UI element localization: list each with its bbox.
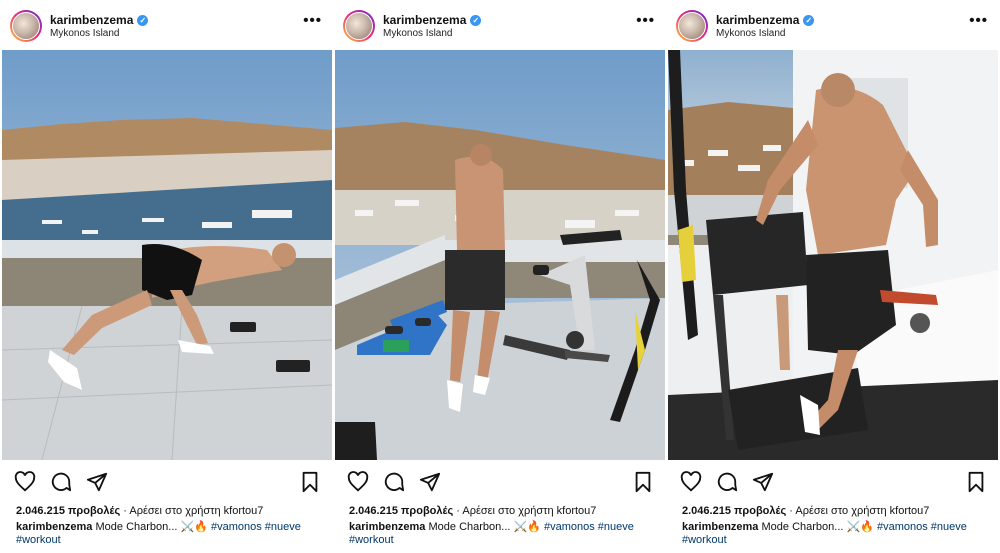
share-icon[interactable] bbox=[86, 471, 108, 493]
views-row: 2.046.215 προβολές · Αρέσει στο χρήστη k… bbox=[682, 505, 930, 517]
heart-icon[interactable] bbox=[347, 471, 369, 493]
liked-by-text[interactable]: Αρέσει στο χρήστη kfortou7 bbox=[462, 505, 596, 517]
hashtag[interactable]: #vamonos bbox=[544, 521, 595, 533]
username-text[interactable]: karimbenzema bbox=[383, 13, 466, 27]
views-count: 2.046.215 προβολές bbox=[349, 505, 454, 517]
username-text[interactable]: karimbenzema bbox=[50, 13, 133, 27]
location-link[interactable]: Mykonos Island bbox=[716, 28, 785, 39]
views-row: 2.046.215 προβολές · Αρέσει στο χρήστη k… bbox=[16, 505, 264, 517]
hashtag[interactable]: #nueve bbox=[265, 521, 301, 533]
views-row: 2.046.215 προβολές · Αρέσει στο χρήστη k… bbox=[349, 505, 597, 517]
username[interactable]: karimbenzema ✓ bbox=[383, 13, 482, 27]
post-header: karimbenzema ✓ Mykonos Island ••• bbox=[2, 8, 332, 44]
bookmark-icon[interactable] bbox=[300, 471, 320, 493]
post-card: karimbenzema ✓ Mykonos Island ••• 2.046.… bbox=[2, 0, 332, 553]
avatar[interactable] bbox=[343, 10, 375, 42]
verified-badge-icon: ✓ bbox=[803, 15, 815, 26]
more-options-icon[interactable]: ••• bbox=[969, 12, 988, 29]
avatar[interactable] bbox=[676, 10, 708, 42]
post-header: karimbenzema ✓ Mykonos Island ••• bbox=[668, 8, 998, 44]
post-video[interactable] bbox=[668, 50, 998, 460]
caption: karimbenzema Mode Charbon... ⚔️🔥 #vamono… bbox=[16, 521, 326, 547]
avatar-image bbox=[12, 12, 40, 40]
caption: karimbenzema Mode Charbon... ⚔️🔥 #vamono… bbox=[682, 521, 992, 547]
bookmark-icon[interactable] bbox=[966, 471, 986, 493]
location-link[interactable]: Mykonos Island bbox=[383, 28, 452, 39]
avatar-image bbox=[678, 12, 706, 40]
more-options-icon[interactable]: ••• bbox=[303, 12, 322, 29]
action-bar bbox=[335, 471, 665, 495]
comment-icon[interactable] bbox=[383, 471, 405, 493]
post-video[interactable] bbox=[335, 50, 665, 460]
share-icon[interactable] bbox=[752, 471, 774, 493]
caption-text: Mode Charbon... ⚔️🔥 bbox=[761, 521, 874, 533]
username-text[interactable]: karimbenzema bbox=[716, 13, 799, 27]
views-count: 2.046.215 προβολές bbox=[16, 505, 121, 517]
verified-badge-icon: ✓ bbox=[137, 15, 149, 26]
heart-icon[interactable] bbox=[680, 471, 702, 493]
caption: karimbenzema Mode Charbon... ⚔️🔥 #vamono… bbox=[349, 521, 659, 547]
post-card: karimbenzema ✓ Mykonos Island ••• 2.046.… bbox=[668, 0, 998, 553]
avatar[interactable] bbox=[10, 10, 42, 42]
caption-text: Mode Charbon... ⚔️🔥 bbox=[95, 521, 208, 533]
hashtag[interactable]: #vamonos bbox=[877, 521, 928, 533]
caption-username[interactable]: karimbenzema bbox=[682, 521, 758, 533]
post-card: karimbenzema ✓ Mykonos Island ••• 2.046.… bbox=[335, 0, 665, 553]
heart-icon[interactable] bbox=[14, 471, 36, 493]
hashtag[interactable]: #nueve bbox=[598, 521, 634, 533]
username[interactable]: karimbenzema ✓ bbox=[716, 13, 815, 27]
action-bar bbox=[2, 471, 332, 495]
username[interactable]: karimbenzema ✓ bbox=[50, 13, 149, 27]
avatar-image bbox=[345, 12, 373, 40]
hashtag[interactable]: #workout bbox=[682, 534, 727, 546]
post-video[interactable] bbox=[2, 50, 332, 460]
share-icon[interactable] bbox=[419, 471, 441, 493]
action-bar bbox=[668, 471, 998, 495]
location-link[interactable]: Mykonos Island bbox=[50, 28, 119, 39]
caption-username[interactable]: karimbenzema bbox=[349, 521, 425, 533]
caption-text: Mode Charbon... ⚔️🔥 bbox=[428, 521, 541, 533]
verified-badge-icon: ✓ bbox=[470, 15, 482, 26]
more-options-icon[interactable]: ••• bbox=[636, 12, 655, 29]
post-header: karimbenzema ✓ Mykonos Island ••• bbox=[335, 8, 665, 44]
hashtag[interactable]: #nueve bbox=[931, 521, 967, 533]
hashtag[interactable]: #workout bbox=[349, 534, 394, 546]
bookmark-icon[interactable] bbox=[633, 471, 653, 493]
hashtag[interactable]: #vamonos bbox=[211, 521, 262, 533]
hashtag[interactable]: #workout bbox=[16, 534, 61, 546]
caption-username[interactable]: karimbenzema bbox=[16, 521, 92, 533]
comment-icon[interactable] bbox=[50, 471, 72, 493]
liked-by-text[interactable]: Αρέσει στο χρήστη kfortou7 bbox=[795, 505, 929, 517]
comment-icon[interactable] bbox=[716, 471, 738, 493]
views-count: 2.046.215 προβολές bbox=[682, 505, 787, 517]
liked-by-text[interactable]: Αρέσει στο χρήστη kfortou7 bbox=[129, 505, 263, 517]
